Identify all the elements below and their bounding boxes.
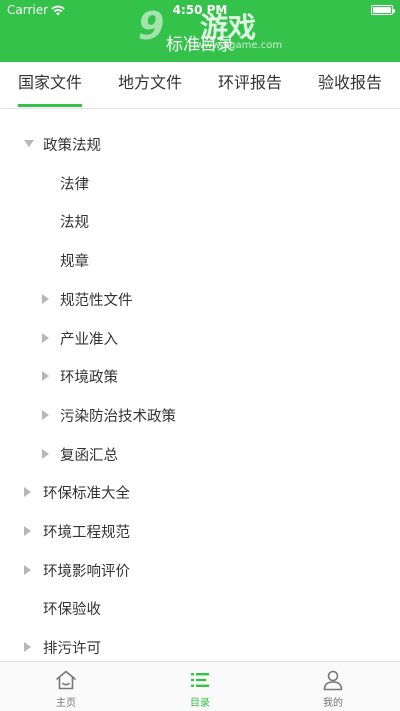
tree-row-label: 规范性文件 — [60, 292, 133, 309]
chevron-right-icon[interactable] — [24, 487, 34, 498]
tree-row-label: 污染防治技术政策 — [60, 408, 176, 425]
nav-header: Carrier 4:50 PM 标准目录 9 游戏 www.9game.com — [0, 0, 400, 62]
tree-row-label: 环境影响评价 — [43, 563, 130, 580]
tree-row-label: 规章 — [60, 254, 89, 271]
tree-row[interactable]: 环保标准大全 — [0, 473, 400, 511]
tree-row[interactable]: 环境工程规范 — [0, 512, 400, 550]
tree-row-label: 政策法规 — [43, 138, 101, 154]
tree-row-label: 环境政策 — [60, 370, 118, 387]
tree-row-label: 环保验收 — [43, 602, 101, 619]
tab-acceptance-reports[interactable]: 验收报告 — [318, 62, 382, 108]
tree-row[interactable]: 法规 — [0, 202, 400, 240]
tab-eia-reports[interactable]: 环评报告 — [218, 62, 282, 108]
chevron-right-icon[interactable] — [42, 409, 52, 420]
chevron-right-icon[interactable] — [24, 642, 34, 653]
page-title: 标准目录 — [166, 35, 234, 55]
chevron-right-icon[interactable] — [42, 448, 52, 459]
tree-row-label: 排污许可 — [43, 641, 101, 658]
tabbar-mine[interactable]: 我的 — [293, 662, 373, 711]
tab-local-files[interactable]: 地方文件 — [118, 62, 182, 108]
tabbar-mine-label: 我的 — [323, 698, 343, 709]
tree-row-label: 法律 — [60, 176, 89, 193]
chevron-down-icon[interactable] — [24, 139, 34, 149]
tree-row[interactable]: 污染防治技术政策 — [0, 396, 400, 434]
chevron-right-icon[interactable] — [24, 564, 34, 575]
user-icon — [323, 670, 343, 691]
tree-row-label: 复函汇总 — [60, 447, 118, 464]
tree-row[interactable]: 环境政策 — [0, 357, 400, 395]
catalog-tree: 政策法规法律法规规章规范性文件产业准入环境政策污染防治技术政策 复函汇总环保标准大… — [0, 109, 400, 661]
tree-row[interactable]: 复函汇总 — [0, 435, 400, 473]
tree-row-label: 产业准入 — [60, 331, 118, 348]
tree-row[interactable]: 环境影响评价 — [0, 551, 400, 589]
category-tabs: 国家文件 地方文件 环评报告 验收报告 — [0, 62, 400, 109]
chevron-right-icon[interactable] — [42, 371, 52, 382]
tree-row[interactable]: 政策法规 — [0, 125, 400, 163]
list-icon — [191, 673, 209, 687]
tab-national-files[interactable]: 国家文件 — [18, 62, 82, 108]
bottom-tab-bar: 主页 目录 我的 — [0, 661, 400, 711]
status-bar: Carrier 4:50 PM — [0, 0, 400, 20]
tree-row[interactable]: 规章 — [0, 241, 400, 279]
chevron-right-icon[interactable] — [24, 526, 34, 536]
status-time: 4:50 PM — [172, 3, 228, 17]
tree-row[interactable]: 排污许可 — [0, 628, 400, 661]
tree-row-label: 环保标准大全 — [43, 486, 130, 503]
chevron-right-icon[interactable] — [42, 293, 52, 304]
tabbar-catalog[interactable]: 目录 — [160, 662, 240, 711]
home-icon — [56, 670, 76, 690]
tabbar-catalog-label: 目录 — [190, 698, 210, 709]
tree-row[interactable]: 产业准入 — [0, 319, 400, 357]
chevron-right-icon[interactable] — [42, 332, 52, 343]
tree-row[interactable]: 法律 — [0, 164, 400, 202]
tree-row[interactable]: 规范性文件 — [0, 280, 400, 318]
battery-icon — [371, 5, 395, 15]
tabbar-home[interactable]: 主页 — [26, 662, 106, 711]
tree-row-label: 法规 — [60, 215, 89, 232]
tree-row-label: 环境工程规范 — [43, 525, 130, 541]
tabbar-home-label: 主页 — [56, 698, 76, 709]
tree-row[interactable]: 环保验收 — [0, 589, 400, 627]
